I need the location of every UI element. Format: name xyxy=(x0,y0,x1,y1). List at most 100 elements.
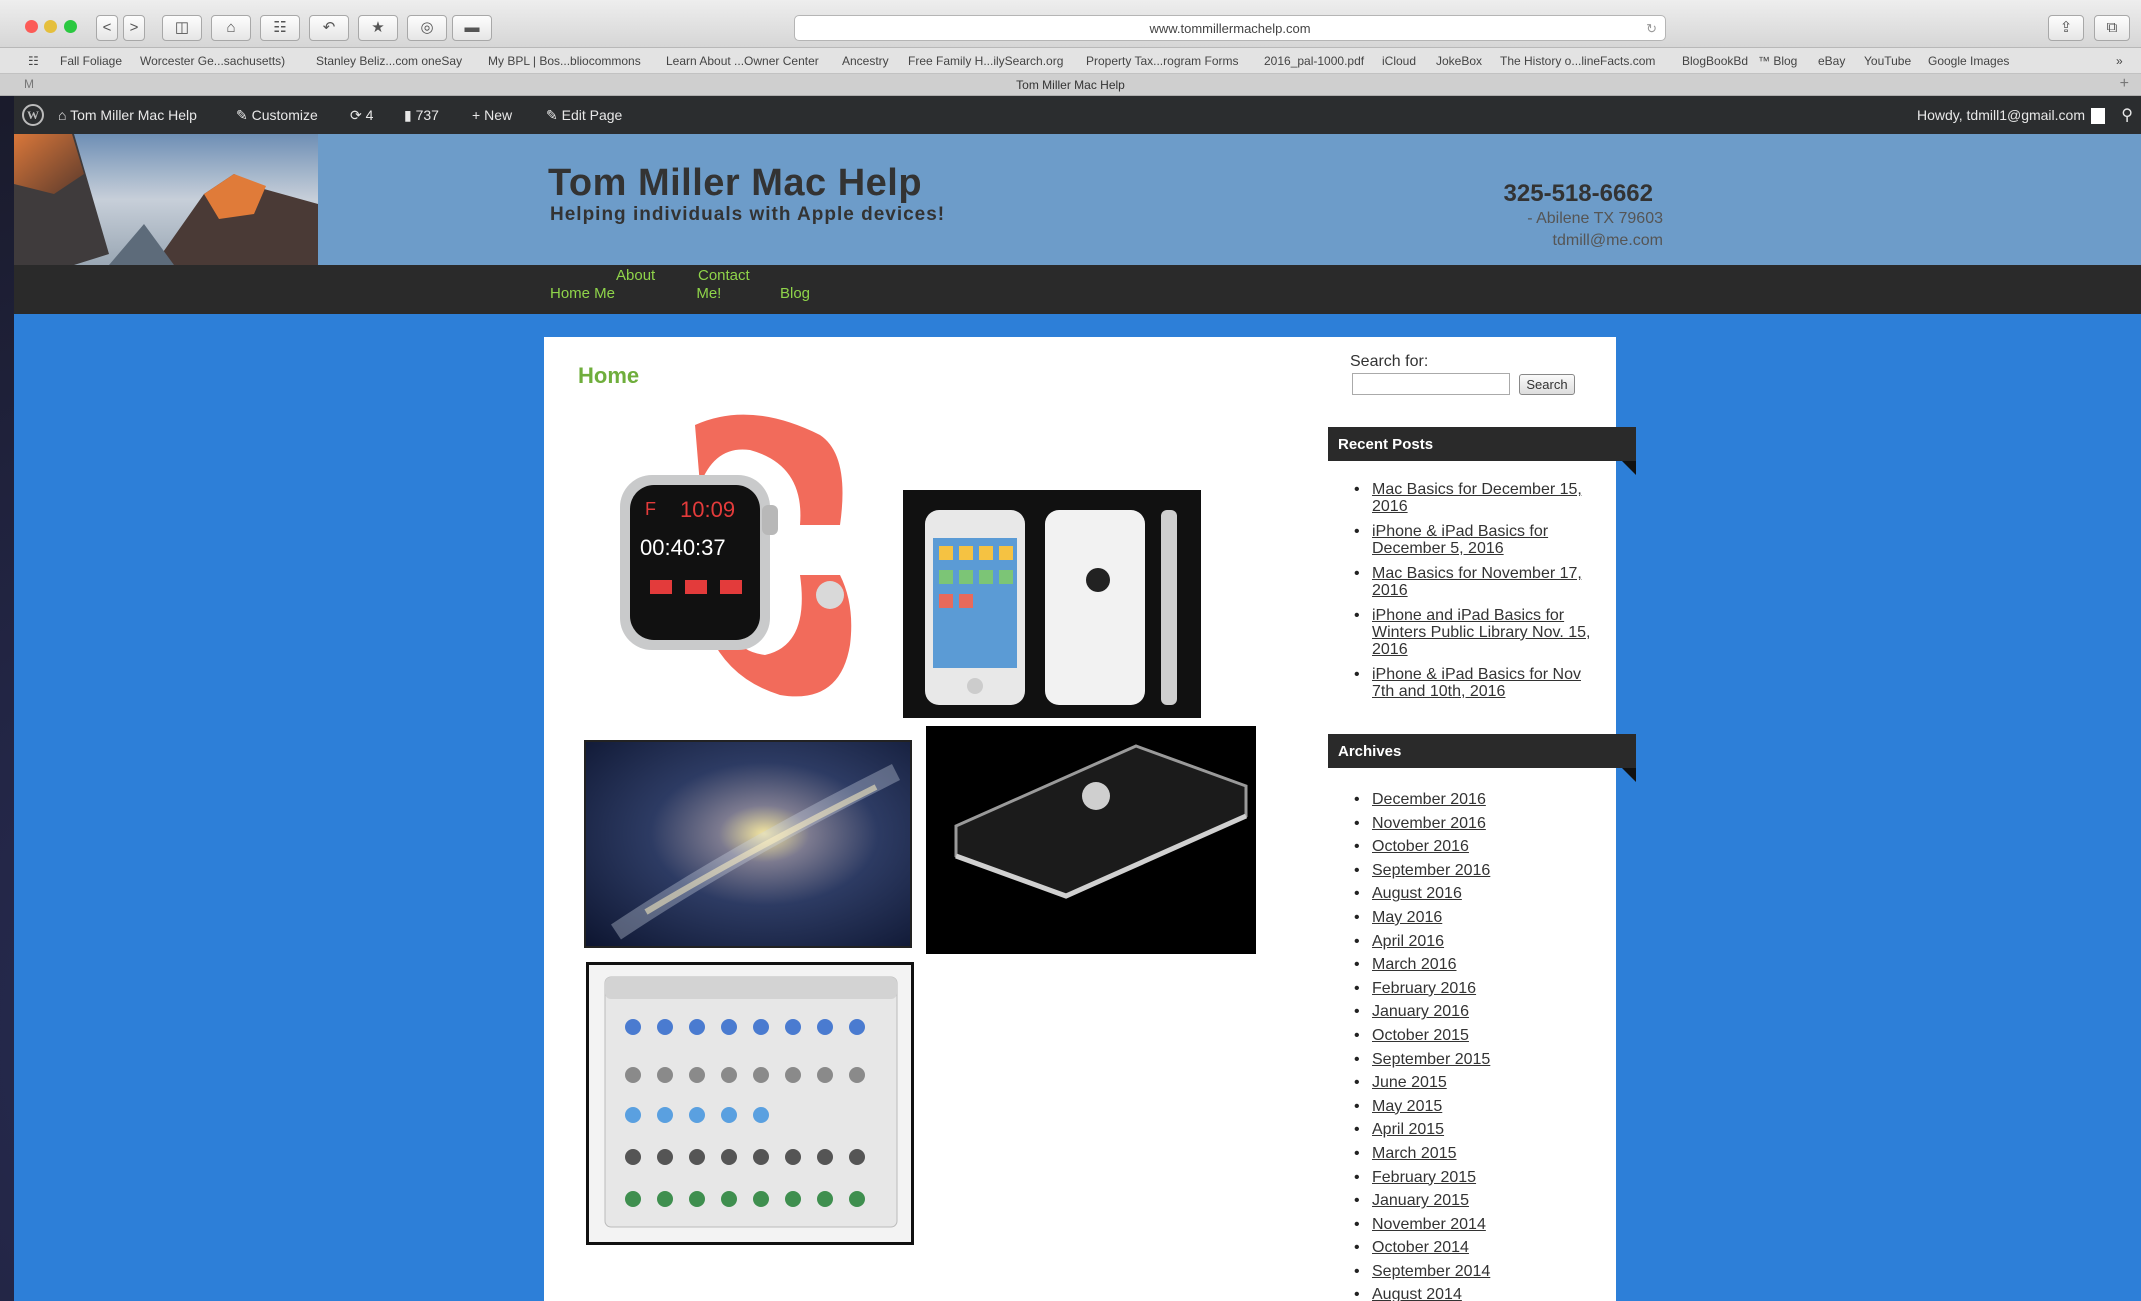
bookmark-button[interactable]: ★ xyxy=(358,15,398,41)
bookmarks-overflow-button[interactable]: » xyxy=(2116,54,2123,68)
brush-icon: ✎ xyxy=(236,107,252,123)
archive-link[interactable]: April 2016 xyxy=(1372,933,1444,950)
recent-post-link[interactable]: iPhone and iPad Basics for Winters Publi… xyxy=(1372,607,1590,658)
search-button[interactable]: Search xyxy=(1519,374,1575,395)
site-tagline: Helping individuals with Apple devices! xyxy=(550,204,946,225)
bookmark-item[interactable]: eBay xyxy=(1818,54,1845,68)
archive-link[interactable]: January 2016 xyxy=(1372,1003,1469,1020)
bookmark-item[interactable]: 2016_pal-1000.pdf xyxy=(1264,54,1364,68)
history-button[interactable]: ↶ xyxy=(309,15,349,41)
recent-posts-heading: Recent Posts xyxy=(1328,427,1636,475)
bookmark-item[interactable]: iCloud xyxy=(1382,54,1416,68)
reading-list-icon[interactable]: ☷ xyxy=(28,54,39,68)
archive-link[interactable]: March 2015 xyxy=(1372,1145,1457,1162)
archive-link[interactable]: March 2016 xyxy=(1372,956,1457,973)
recent-post-link[interactable]: Mac Basics for November 17, 2016 xyxy=(1372,565,1582,599)
extension-button[interactable]: ◎ xyxy=(407,15,447,41)
back-button[interactable]: < xyxy=(96,15,118,41)
comments-count: 737 xyxy=(415,107,439,123)
search-icon[interactable]: ⚲ xyxy=(2121,105,2133,125)
list-item: September 2014 xyxy=(1352,1260,1490,1284)
bookmark-item[interactable]: BlogBookBd xyxy=(1682,54,1748,68)
list-item: Mac Basics for December 15, 2016 xyxy=(1352,481,1602,515)
admin-new-link[interactable]: + New xyxy=(472,107,512,123)
archive-link[interactable]: December 2016 xyxy=(1372,791,1486,808)
bookmark-item[interactable]: Fall Foliage xyxy=(60,54,122,68)
admin-comments-link[interactable]: ▮ 737 xyxy=(404,107,439,124)
admin-edit-page-link[interactable]: ✎ Edit Page xyxy=(546,107,622,124)
admin-account-menu[interactable]: Howdy, tdmill1@gmail.com xyxy=(1917,107,2105,125)
archive-link[interactable]: February 2016 xyxy=(1372,980,1476,997)
bookmark-item[interactable]: Learn About ...Owner Center xyxy=(666,54,819,68)
iphone-black-image[interactable] xyxy=(926,726,1256,954)
bookmark-item[interactable]: Free Family H...ilySearch.org xyxy=(908,54,1063,68)
bookmark-item[interactable]: ™ Blog xyxy=(1758,54,1797,68)
recent-post-link[interactable]: Mac Basics for December 15, 2016 xyxy=(1372,481,1582,515)
bookmark-item[interactable]: Worcester Ge...sachusetts) xyxy=(140,54,285,68)
address-bar[interactable]: www.tommillermachelp.com ↻ xyxy=(794,15,1666,41)
system-preferences-image[interactable] xyxy=(586,962,914,1245)
zoom-window-button[interactable] xyxy=(64,20,77,33)
iphone-front-back-image[interactable] xyxy=(903,490,1201,718)
forward-button[interactable]: > xyxy=(123,15,145,41)
recent-post-link[interactable]: iPhone & iPad Basics for December 5, 201… xyxy=(1372,523,1548,557)
bookmark-item[interactable]: The History o...lineFacts.com xyxy=(1500,54,1655,68)
archive-link[interactable]: February 2015 xyxy=(1372,1169,1476,1186)
iphone-graphic xyxy=(925,510,1177,705)
bookmark-item[interactable]: Google Images xyxy=(1928,54,2009,68)
archive-link[interactable]: October 2015 xyxy=(1372,1027,1469,1044)
wordpress-logo-icon[interactable]: W xyxy=(22,104,44,126)
recent-posts-list: Mac Basics for December 15, 2016 iPhone … xyxy=(1352,481,1602,708)
admin-customize-link[interactable]: ✎ Customize xyxy=(236,107,318,124)
share-button[interactable]: ⇪ xyxy=(2048,15,2084,41)
archive-link[interactable]: October 2014 xyxy=(1372,1239,1469,1256)
print-button[interactable]: ▬ xyxy=(452,15,492,41)
bookmark-item[interactable]: Property Tax...rogram Forms xyxy=(1086,54,1238,68)
home-button[interactable]: ⌂ xyxy=(211,15,251,41)
nav-about[interactable]: About xyxy=(616,267,655,285)
nav-home[interactable]: Home Me xyxy=(550,285,615,303)
archive-link[interactable]: November 2014 xyxy=(1372,1216,1486,1233)
apple-watch-image[interactable]: F 10:09 00:40:37 xyxy=(600,405,870,705)
plus-icon: + xyxy=(472,107,485,123)
bookmark-item[interactable]: Ancestry xyxy=(842,54,889,68)
bookmark-item[interactable]: JokeBox xyxy=(1436,54,1482,68)
archive-link[interactable]: June 2015 xyxy=(1372,1074,1447,1091)
bookmark-item[interactable]: Stanley Beliz...com oneSay xyxy=(316,54,462,68)
howdy-label: Howdy, tdmill1@gmail.com xyxy=(1917,107,2085,123)
admin-site-link[interactable]: ⌂ Tom Miller Mac Help xyxy=(58,107,197,123)
site-title[interactable]: Tom Miller Mac Help xyxy=(548,162,922,205)
archive-link[interactable]: April 2015 xyxy=(1372,1121,1444,1138)
galaxy-wallpaper-image[interactable] xyxy=(584,740,912,948)
archive-link[interactable]: August 2016 xyxy=(1372,885,1462,902)
archive-link[interactable]: May 2015 xyxy=(1372,1098,1442,1115)
archive-link[interactable]: September 2015 xyxy=(1372,1051,1490,1068)
archive-link[interactable]: August 2014 xyxy=(1372,1286,1462,1301)
bookmark-item[interactable]: My BPL | Bos...bliocommons xyxy=(488,54,641,68)
new-tab-icon[interactable]: + xyxy=(2120,75,2129,93)
close-window-button[interactable] xyxy=(25,20,38,33)
reload-icon[interactable]: ↻ xyxy=(1646,16,1657,41)
list-item: December 2016 xyxy=(1352,788,1490,812)
admin-updates-link[interactable]: ⟳ 4 xyxy=(350,107,373,124)
recent-post-link[interactable]: iPhone & iPad Basics for Nov 7th and 10t… xyxy=(1372,666,1581,700)
minimize-window-button[interactable] xyxy=(44,20,57,33)
archive-link[interactable]: September 2014 xyxy=(1372,1263,1490,1280)
updates-count: 4 xyxy=(365,107,374,123)
archive-link[interactable]: October 2016 xyxy=(1372,838,1469,855)
archive-link[interactable]: September 2016 xyxy=(1372,862,1490,879)
tabs-overview-button[interactable]: ⧉ xyxy=(2094,15,2130,41)
search-input[interactable] xyxy=(1352,373,1510,395)
sidebar-button[interactable]: ◫ xyxy=(162,15,202,41)
nav-contact[interactable]: Contact Me! xyxy=(696,267,749,303)
list-item: November 2016 xyxy=(1352,812,1490,836)
svg-text:00:40:37: 00:40:37 xyxy=(640,535,726,560)
archive-link[interactable]: January 2015 xyxy=(1372,1192,1469,1209)
nav-blog[interactable]: Blog xyxy=(780,285,810,303)
archive-link[interactable]: November 2016 xyxy=(1372,815,1486,832)
bookmark-item[interactable]: YouTube xyxy=(1864,54,1911,68)
archive-link[interactable]: May 2016 xyxy=(1372,909,1442,926)
tab-title[interactable]: Tom Miller Mac Help xyxy=(0,78,2141,92)
top-sites-button[interactable]: ☷ xyxy=(260,15,300,41)
home-icon: ⌂ xyxy=(226,19,236,36)
